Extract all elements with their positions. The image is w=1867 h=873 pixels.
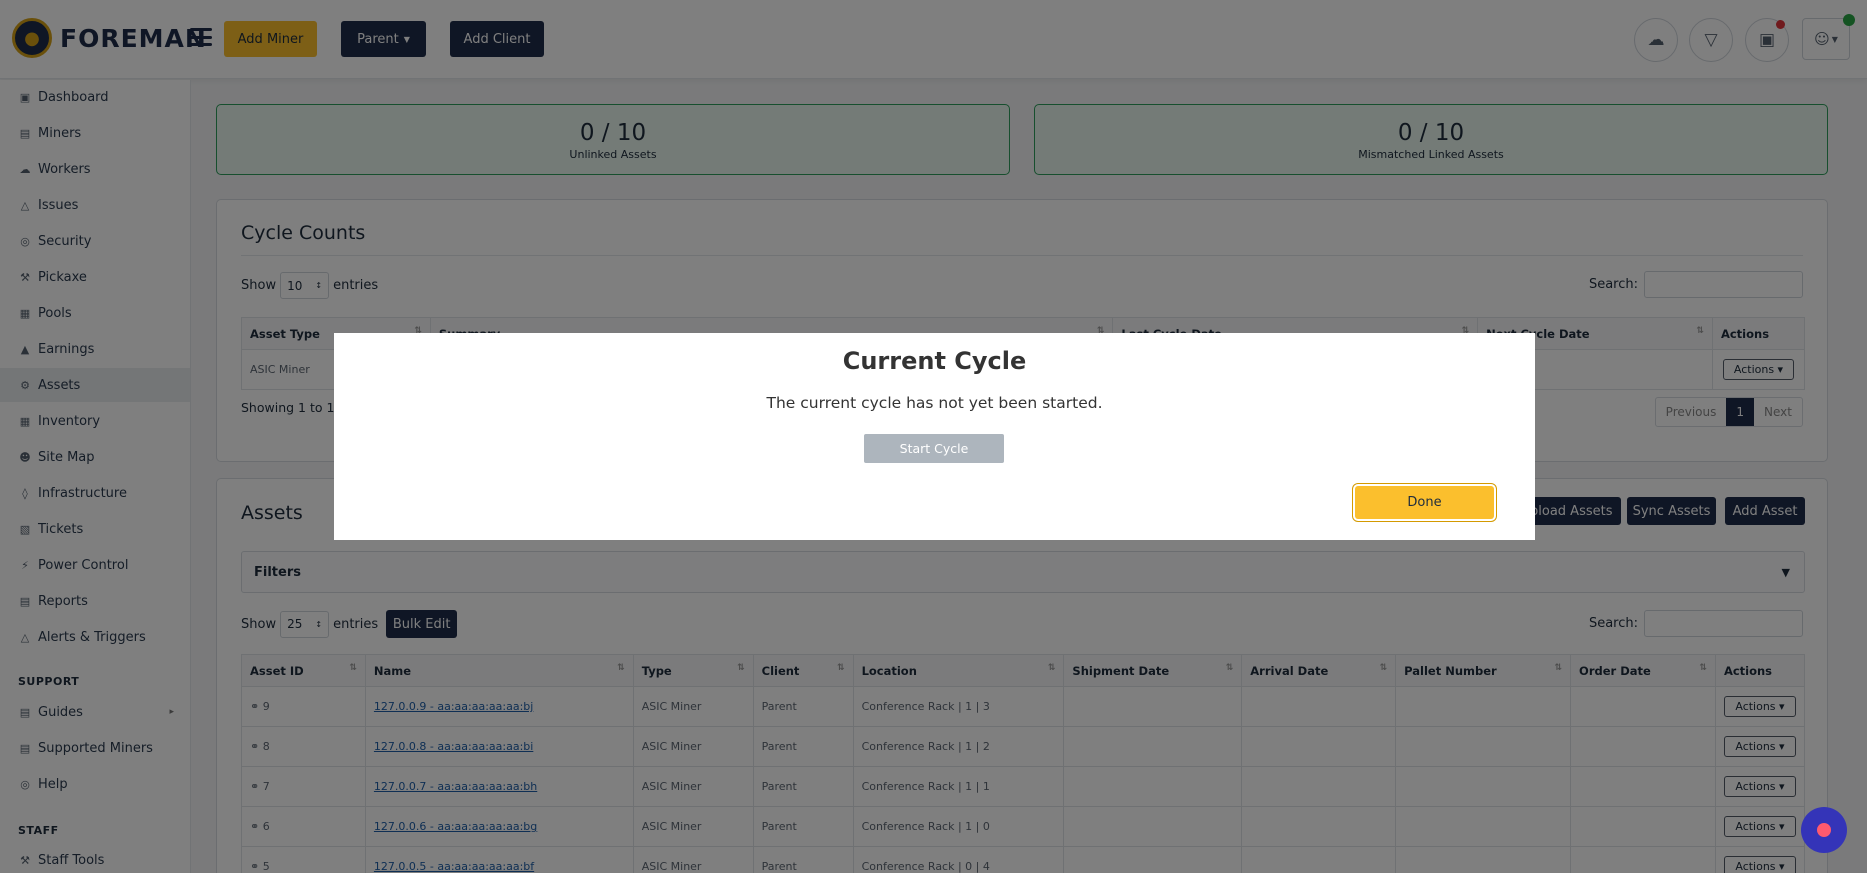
chat-widget-icon[interactable] bbox=[1801, 807, 1847, 853]
start-cycle-button[interactable]: Start Cycle bbox=[864, 434, 1004, 463]
current-cycle-modal: Current Cycle The current cycle has not … bbox=[334, 333, 1535, 540]
modal-message: The current cycle has not yet been start… bbox=[766, 394, 1103, 412]
modal-title: Current Cycle bbox=[842, 347, 1027, 375]
done-button[interactable]: Done bbox=[1355, 486, 1494, 519]
